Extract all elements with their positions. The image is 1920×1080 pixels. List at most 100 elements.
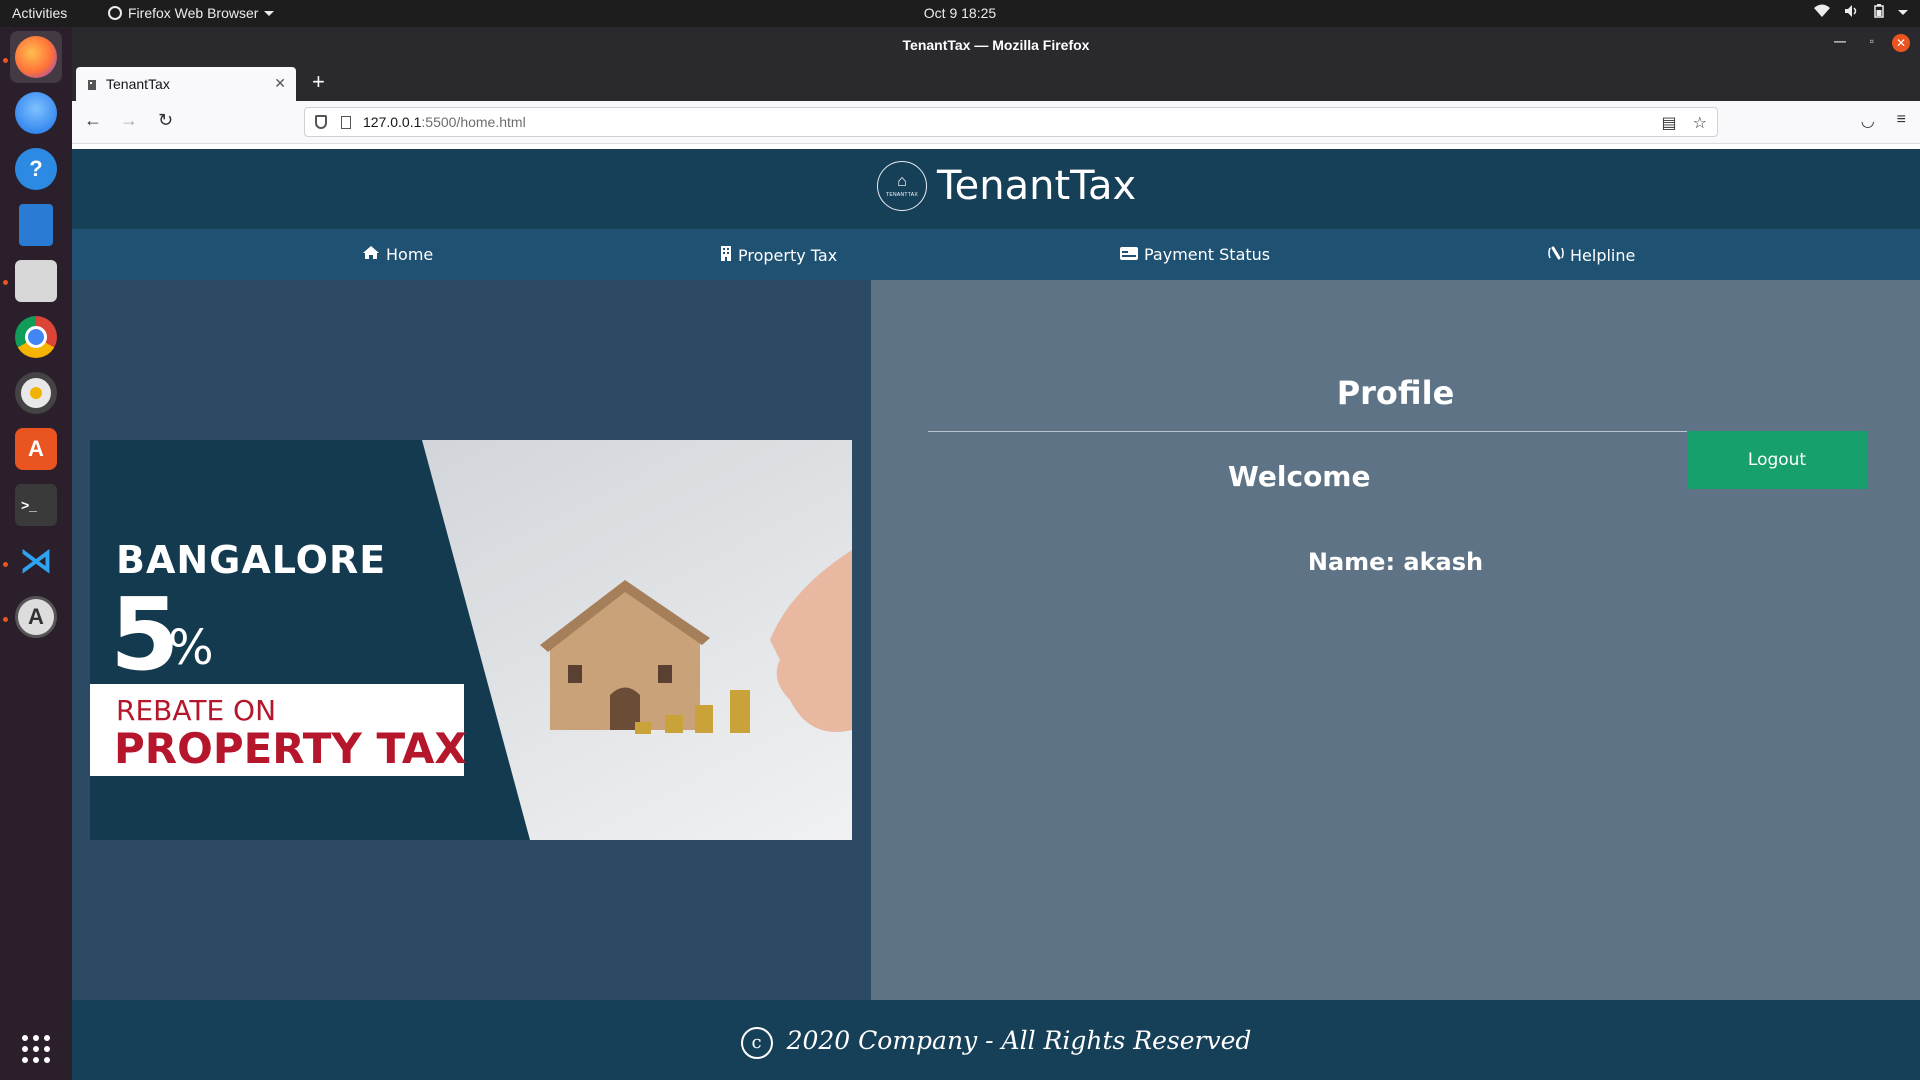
show-apps-button[interactable]: [10, 1023, 62, 1075]
tab-strip: TenantTax ✕ +: [72, 63, 1920, 101]
page-info-icon[interactable]: [341, 115, 351, 129]
logo-text: TENANTTAX: [885, 192, 919, 198]
chrome-icon: [15, 316, 57, 358]
app-menu-label: Firefox Web Browser: [128, 5, 259, 21]
running-indicator: [3, 58, 8, 63]
dock-files[interactable]: [10, 255, 62, 307]
home-icon: [362, 245, 380, 264]
reload-icon[interactable]: ↻: [158, 110, 173, 131]
banner-percent-sign: %: [168, 620, 214, 676]
dock-vscode[interactable]: ⋊: [10, 535, 62, 587]
promo-banner: BANGALORE 5 % REBATE ON PROPERTY TAX: [90, 440, 852, 840]
nav-helpline-label: Helpline: [1570, 245, 1636, 265]
profile-name: Name: akash: [1307, 548, 1484, 576]
terminal-icon: >_: [15, 484, 57, 526]
footer-copyright: c 2020 Company - All Rights Reserved: [72, 1026, 1920, 1059]
software-icon: A: [15, 428, 57, 470]
address-bar[interactable]: 127.0.0.1:5500/home.html ▤ ☆: [304, 107, 1718, 137]
dock-terminal[interactable]: >_: [10, 479, 62, 531]
window-title: TenantTax — Mozilla Firefox: [902, 37, 1090, 53]
house-logo-icon: ⌂: [897, 173, 907, 190]
app-grid-icon: [22, 1035, 50, 1063]
dock-updater[interactable]: A: [10, 591, 62, 643]
site-footer: c 2020 Company - All Rights Reserved: [72, 1000, 1920, 1080]
banner-headline: PROPERTY TAX: [114, 724, 467, 773]
help-icon: ?: [15, 148, 57, 190]
thunderbird-icon: [15, 92, 57, 134]
close-window-icon[interactable]: ✕: [1892, 34, 1910, 52]
activities-button[interactable]: Activities: [12, 5, 67, 21]
window-titlebar[interactable]: TenantTax — Mozilla Firefox — ▫ ✕: [72, 27, 1920, 63]
dock-firefox[interactable]: [10, 31, 62, 83]
welcome-heading: Welcome: [1228, 460, 1371, 493]
clock[interactable]: Oct 9 18:25: [924, 5, 996, 21]
running-indicator: [3, 562, 8, 567]
dock-help[interactable]: ?: [10, 143, 62, 195]
brand-logo: ⌂ TENANTTAX: [877, 161, 927, 211]
profile-divider: [928, 431, 1688, 432]
minimize-icon[interactable]: —: [1834, 34, 1846, 48]
logout-button[interactable]: Logout: [1687, 431, 1867, 489]
updater-icon: A: [15, 596, 57, 638]
firefox-icon: [15, 36, 57, 78]
nav-payment-status[interactable]: Payment Status: [1120, 245, 1270, 264]
nav-home[interactable]: Home: [362, 245, 433, 264]
rhythmbox-icon: [15, 372, 57, 414]
profile-pane: Profile Logout Welcome Name: akash: [871, 280, 1920, 1000]
dock-writer[interactable]: [10, 199, 62, 251]
dock-chrome[interactable]: [10, 311, 62, 363]
nav-helpline[interactable]: Helpline: [1548, 245, 1635, 265]
nav-payment-status-label: Payment Status: [1144, 245, 1271, 264]
new-tab-icon[interactable]: +: [312, 69, 325, 95]
profile-title: Profile: [1336, 374, 1455, 412]
wifi-icon: [1814, 4, 1830, 21]
restore-icon[interactable]: ▫: [1870, 34, 1874, 48]
chevron-down-icon: [1898, 10, 1908, 15]
url-text[interactable]: 127.0.0.1:5500/home.html: [363, 114, 526, 130]
site-nav: Home Property Tax Payment Status Helplin…: [72, 229, 1920, 280]
nav-property-tax[interactable]: Property Tax: [720, 245, 837, 265]
brand[interactable]: ⌂ TENANTTAX TenantTax: [877, 161, 1136, 211]
nav-home-label: Home: [386, 245, 434, 264]
tab-tenanttax[interactable]: TenantTax ✕: [76, 67, 296, 101]
close-tab-icon[interactable]: ✕: [274, 75, 286, 92]
chevron-down-icon: [264, 10, 275, 16]
dock-thunderbird[interactable]: [10, 87, 62, 139]
app-menu[interactable]: Firefox Web Browser: [108, 5, 275, 21]
tab-title: TenantTax: [106, 76, 170, 92]
back-icon[interactable]: ←: [84, 110, 102, 131]
copyright-icon: c: [740, 1026, 773, 1059]
brand-name: TenantTax: [937, 163, 1137, 209]
hamburger-menu-icon[interactable]: ≡: [1897, 111, 1906, 131]
phone-icon: [1548, 245, 1564, 265]
web-page: ⌂ TENANTTAX TenantTax Home Property Tax: [72, 149, 1920, 1080]
tracking-shield-icon[interactable]: [315, 115, 327, 129]
battery-icon: [1874, 4, 1884, 21]
pocket-icon[interactable]: ◡: [1861, 111, 1875, 131]
left-pane: BANGALORE 5 % REBATE ON PROPERTY TAX: [72, 280, 871, 1000]
running-indicator: [3, 617, 8, 622]
ubuntu-dock: ? A >_ ⋊ A: [0, 27, 72, 1080]
dock-rhythmbox[interactable]: [10, 367, 62, 419]
banner-rebate: REBATE ON: [116, 694, 277, 727]
firefox-small-icon: [108, 6, 122, 20]
running-indicator: [3, 280, 8, 285]
system-tray[interactable]: [1814, 4, 1908, 21]
files-icon: [15, 260, 57, 302]
writer-icon: [19, 204, 53, 246]
volume-icon: [1844, 4, 1860, 21]
navigation-toolbar: ← → ↻ 127.0.0.1:5500/home.html ▤ ☆ ◡ ≡: [72, 101, 1920, 144]
reader-view-icon[interactable]: ▤: [1662, 113, 1677, 133]
nav-property-tax-label: Property Tax: [738, 245, 838, 265]
footer-text: 2020 Company - All Rights Reserved: [786, 1026, 1252, 1055]
dock-software[interactable]: A: [10, 423, 62, 475]
bookmark-star-icon[interactable]: ☆: [1693, 113, 1707, 133]
card-icon: [1120, 246, 1138, 264]
building-icon: [720, 245, 732, 265]
firefox-window: TenantTax — Mozilla Firefox — ▫ ✕ Tenant…: [72, 27, 1920, 1080]
forward-icon[interactable]: →: [120, 110, 138, 131]
system-top-bar: Activities Firefox Web Browser Oct 9 18:…: [0, 0, 1920, 27]
site-header: ⌂ TENANTTAX TenantTax: [72, 149, 1920, 229]
vscode-icon: ⋊: [15, 540, 57, 582]
tab-favicon-icon: [86, 78, 98, 90]
